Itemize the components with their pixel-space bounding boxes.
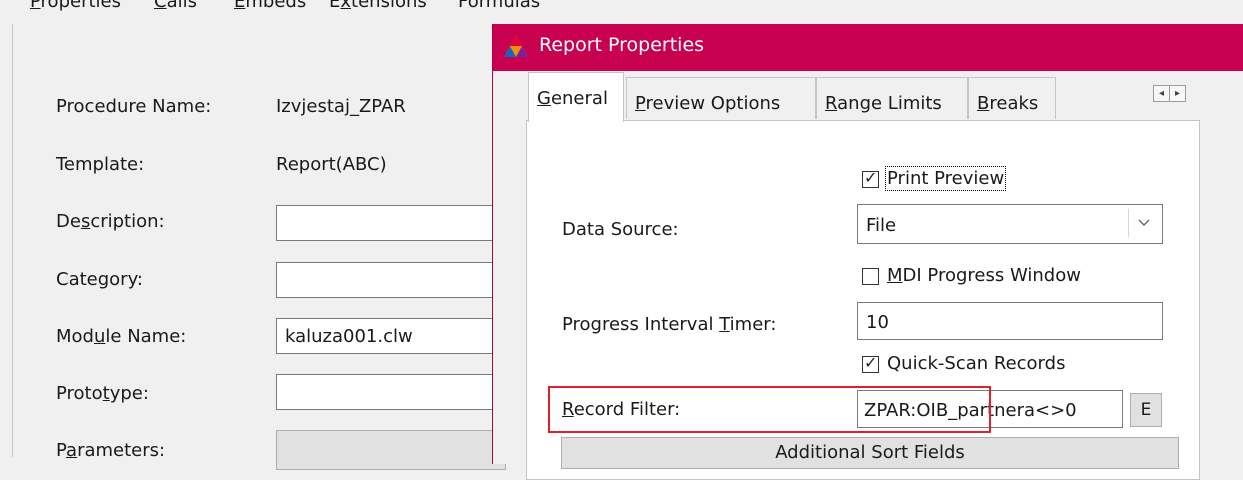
template-value: Report(ABC) [276, 154, 387, 175]
print-preview-box[interactable]: ✓ [862, 168, 879, 188]
tab-breaks[interactable]: Breaks [968, 77, 1056, 119]
background-tab-strip: Properties Calls Embeds Extensions Formu… [0, 0, 1243, 20]
procedure-name-value: Izvjestaj_ZPAR [276, 96, 406, 117]
module-name-label: Module Name: [56, 326, 187, 347]
tab-calls[interactable]: Calls [154, 0, 197, 12]
tab-general[interactable]: General [528, 72, 624, 122]
tab-scroll-left-icon[interactable]: ◂ [1153, 85, 1170, 102]
record-filter-highlight [548, 386, 991, 433]
dialog-titlebar[interactable]: Report Properties [493, 24, 1243, 71]
parameters-label: Parameters: [56, 440, 166, 461]
background-frame-line [12, 24, 13, 457]
tab-properties[interactable]: Properties [30, 0, 121, 12]
check-icon: ✓ [864, 168, 878, 187]
tab-range-limits[interactable]: Range Limits [816, 77, 968, 119]
chevron-down-icon[interactable] [1128, 209, 1159, 237]
progress-timer-input[interactable]: 10 [857, 302, 1163, 340]
tab-scroll-right-icon[interactable]: ▸ [1169, 85, 1186, 102]
prototype-field[interactable] [276, 374, 506, 410]
data-source-label: Data Source: [562, 219, 679, 240]
check-icon: ✓ [864, 353, 878, 372]
quick-scan-box[interactable]: ✓ [862, 353, 879, 373]
parameters-field[interactable] [276, 430, 506, 470]
quick-scan-label: Quick-Scan Records [887, 353, 1066, 374]
module-name-field[interactable]: kaluza001.clw [276, 318, 506, 354]
procedure-name-label: Procedure Name: [56, 96, 212, 117]
mdi-progress-box[interactable] [862, 268, 879, 285]
dialog-title: Report Properties [539, 34, 705, 56]
data-source-select[interactable]: File [857, 204, 1163, 244]
tab-embeds[interactable]: Embeds [234, 0, 306, 12]
progress-timer-label: Progress Interval Timer: [562, 314, 777, 335]
tab-formulas[interactable]: Formulas [458, 0, 540, 12]
expression-editor-button[interactable]: E [1130, 393, 1162, 427]
category-field[interactable] [276, 262, 506, 298]
template-label: Template: [56, 154, 145, 175]
app-logo-icon [504, 35, 528, 57]
additional-sort-fields-button[interactable]: Additional Sort Fields [561, 437, 1179, 469]
description-label: Description: [56, 211, 165, 232]
mdi-progress-label: MDI Progress Window [887, 265, 1081, 286]
prototype-label: Prototype: [56, 383, 149, 404]
tab-preview-options[interactable]: Preview Options [626, 77, 816, 119]
print-preview-label: Print Preview [884, 166, 1007, 191]
description-field[interactable] [276, 205, 506, 241]
tab-extensions[interactable]: Extensions [329, 0, 427, 12]
category-label: Category: [56, 269, 143, 290]
